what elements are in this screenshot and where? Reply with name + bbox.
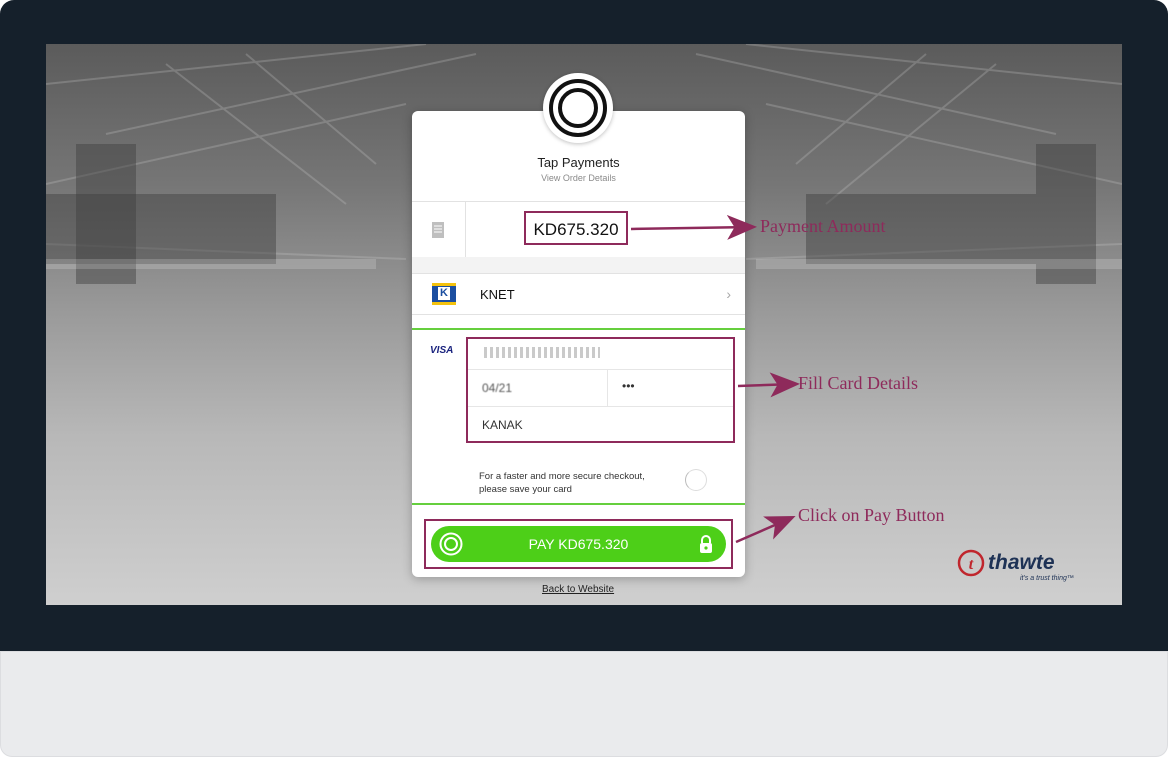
click-pay-annotation: Click on Pay Button bbox=[798, 505, 945, 525]
payment-amount-annotation: Payment Amount bbox=[760, 216, 886, 236]
fill-card-annotation: Fill Card Details bbox=[798, 373, 918, 393]
annotation-arrows bbox=[630, 214, 800, 544]
